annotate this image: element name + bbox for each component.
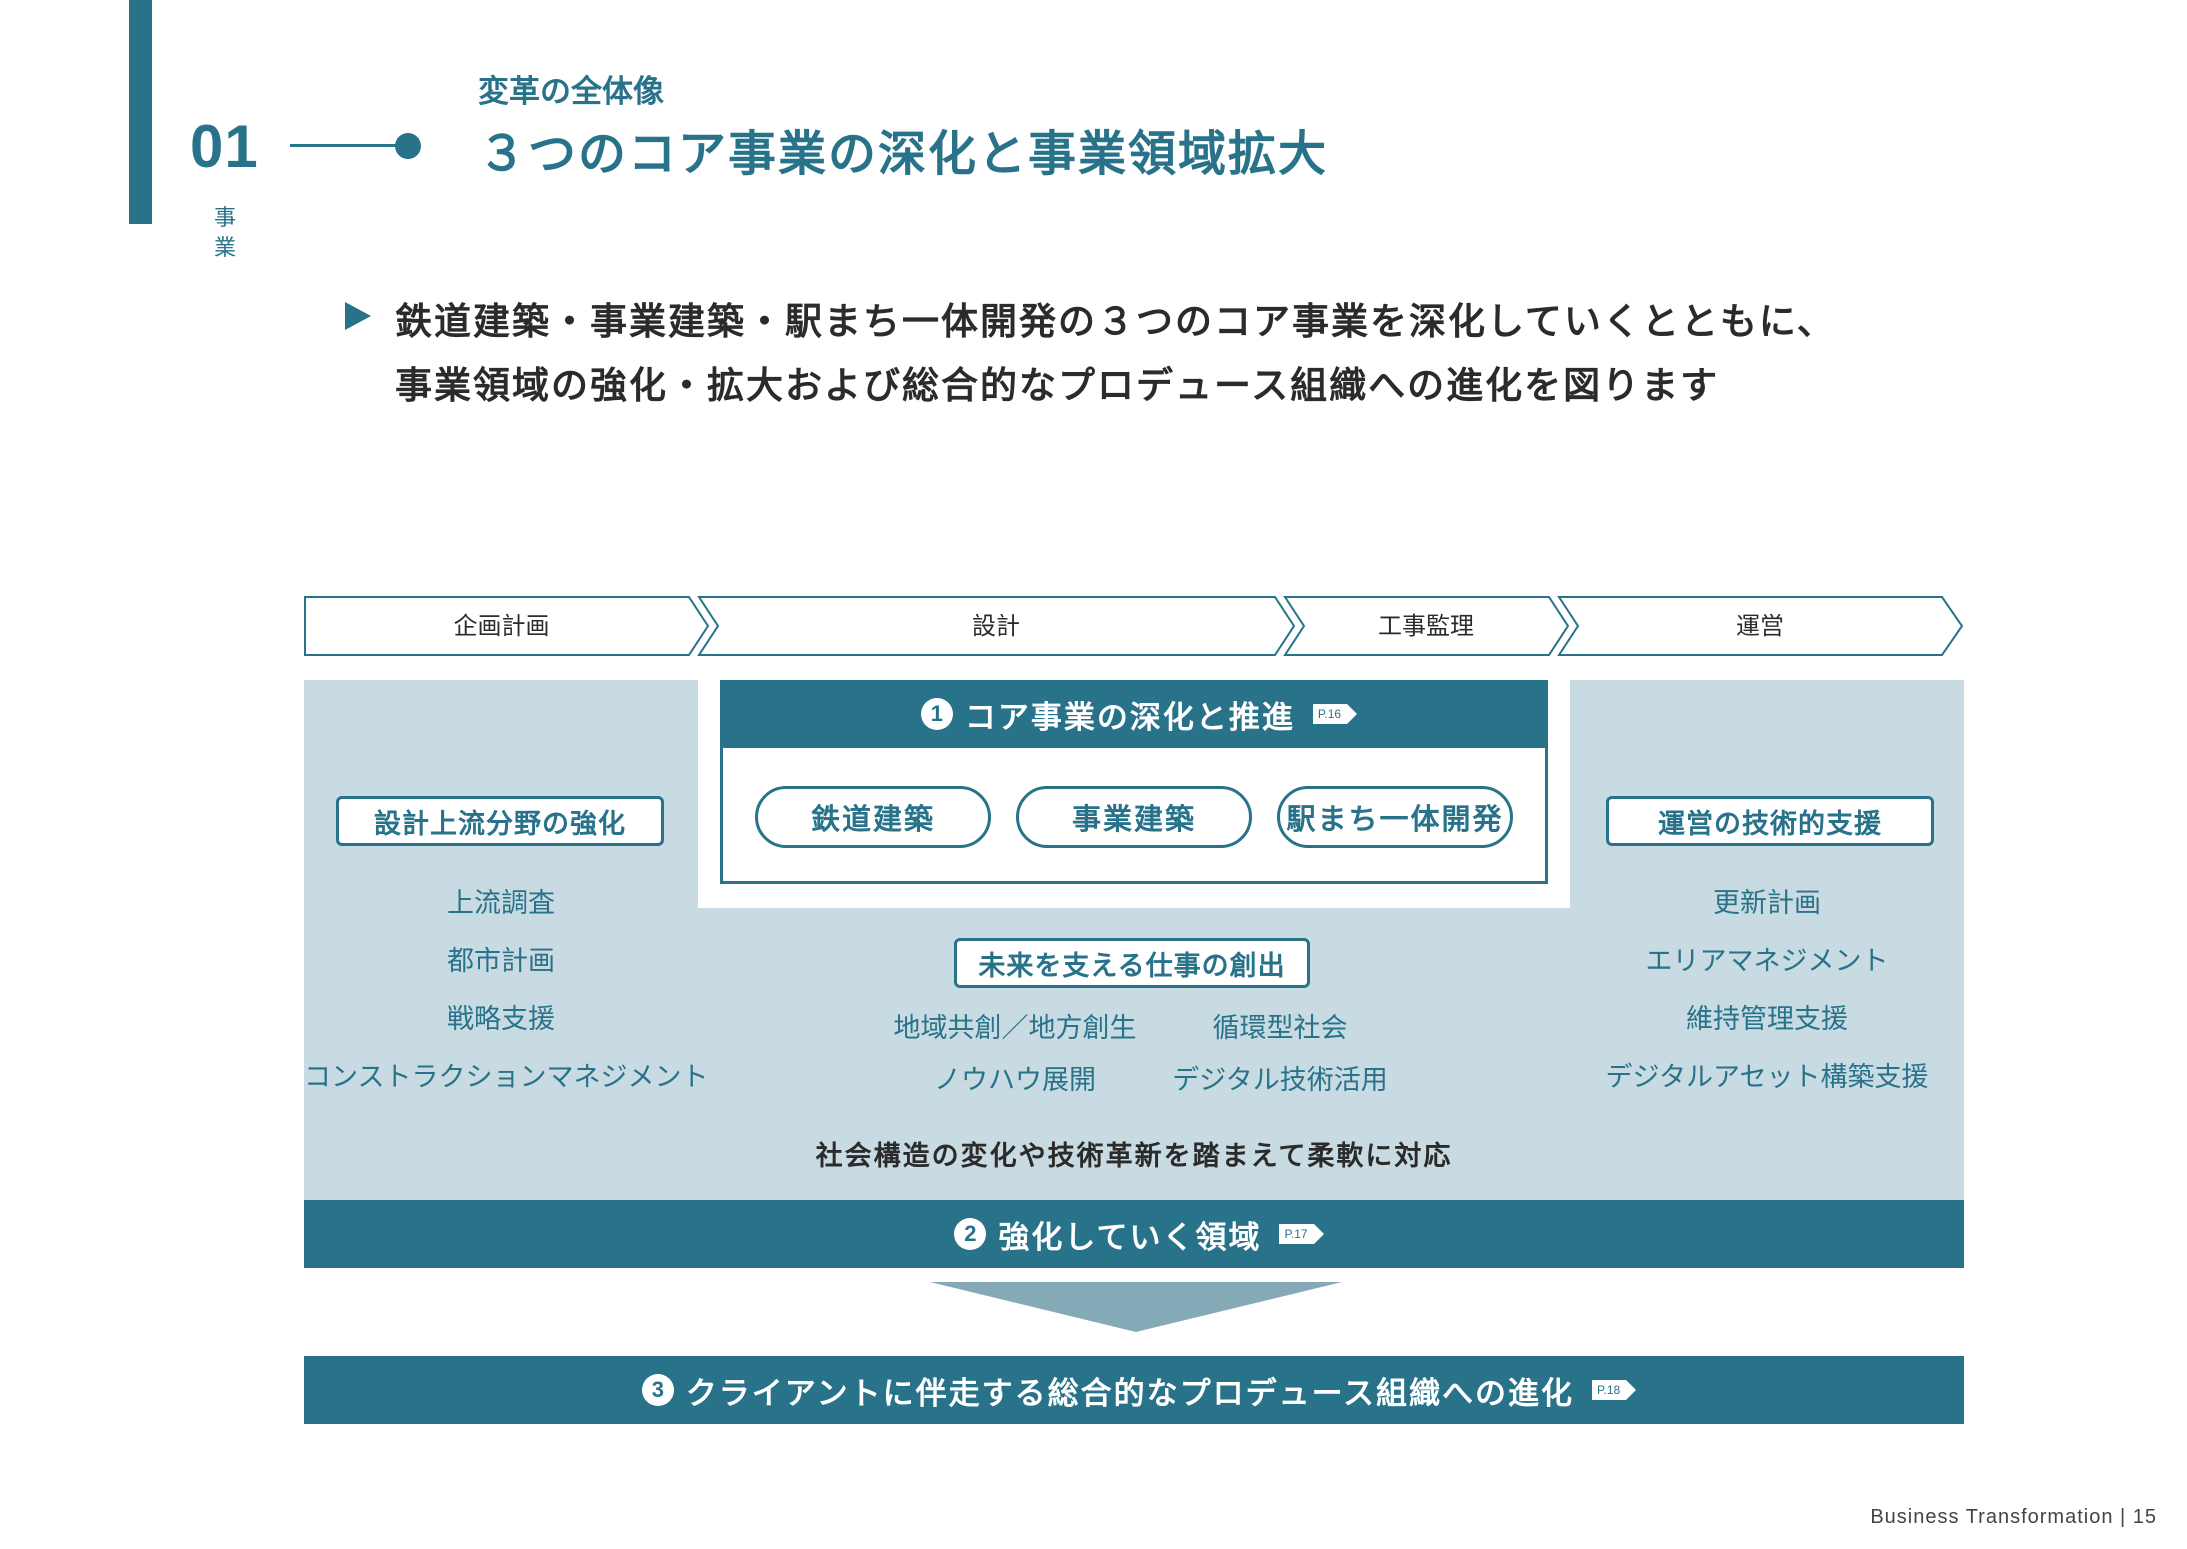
future-item: デジタル技術活用: [1172, 1065, 1388, 1096]
future-item: 循環型社会: [1212, 1013, 1348, 1044]
circled-number-3: 3: [641, 1374, 674, 1406]
produce-org-title: クライアントに伴走する総合的なプロデュース組織への進化: [685, 1375, 1575, 1412]
strengthen-domain-title: 強化していく領域: [998, 1219, 1262, 1256]
list-item: 都市計画: [447, 946, 555, 977]
list-item: エリアマネジメント: [1645, 946, 1889, 977]
circled-number-2: 2: [954, 1218, 987, 1250]
future-item: ノウハウ展開: [934, 1065, 1096, 1096]
core-item-station-town: 駅まち一体開発: [1277, 786, 1513, 848]
produce-org-band: 3 クライアントに伴走する総合的なプロデュース組織への進化 P.18: [304, 1356, 1964, 1424]
play-triangle-icon: [345, 302, 371, 330]
process-stage-operation: 運営: [1736, 612, 1784, 640]
page-ref-tag[interactable]: P.17: [1279, 1224, 1324, 1244]
lead-text: 鉄道建築・事業建築・駅まち一体開発の３つのコア事業を深化していくとともに、 事業…: [395, 290, 1836, 418]
page-kicker: 変革の全体像: [478, 74, 664, 110]
core-business-header: 1 コア事業の深化と推進 P.16: [720, 680, 1548, 748]
core-business-title: コア事業の深化と推進: [964, 699, 1295, 736]
core-item-business: 事業建築: [1016, 786, 1252, 848]
left-domain-list: 上流調査 都市計画 戦略支援 コンストラクションマネジメント: [304, 884, 709, 1116]
process-stage-supervision: 工事監理: [1378, 612, 1474, 640]
section-label: 事業: [213, 206, 236, 261]
section-number: 01: [190, 113, 259, 180]
left-domain-title: 設計上流分野の強化: [336, 796, 664, 846]
right-domain-title: 運営の技術的支援: [1606, 796, 1934, 846]
right-domain-list: 更新計画 エリアマネジメント 維持管理支援 デジタルアセット構築支援: [1570, 884, 1964, 1116]
down-arrow-icon: [930, 1282, 1342, 1332]
process-flow: 企画計画 設計 工事監理 運営: [304, 596, 1964, 656]
connector-line: [290, 144, 400, 147]
list-item: デジタルアセット構築支援: [1605, 1062, 1929, 1093]
lead-line-2: 事業領域の強化・拡大および総合的なプロデュース組織への進化を図ります: [395, 364, 1720, 407]
list-item: 維持管理支援: [1686, 1004, 1848, 1035]
lead-line-1: 鉄道建築・事業建築・駅まち一体開発の３つのコア事業を深化していくとともに、: [395, 300, 1836, 343]
circled-number-1: 1: [920, 698, 953, 730]
core-item-railway: 鉄道建築: [755, 786, 991, 848]
connector-dot: [395, 133, 421, 159]
list-item: コンストラクションマネジメント: [304, 1062, 709, 1093]
process-stage-planning: 企画計画: [453, 612, 550, 640]
page-ref-tag[interactable]: P.16: [1312, 704, 1358, 724]
list-item: 上流調査: [447, 888, 555, 919]
flexible-response-note: 社会構造の変化や技術革新を踏まえて柔軟に対応: [815, 1141, 1453, 1172]
section-accent-bar: [129, 0, 152, 224]
list-item: 更新計画: [1713, 888, 1821, 919]
page-ref-tag[interactable]: P.18: [1592, 1380, 1637, 1400]
process-stage-design: 設計: [972, 612, 1020, 640]
page-title: ３つのコア事業の深化と事業領域拡大: [478, 126, 1329, 182]
list-item: 戦略支援: [447, 1004, 555, 1035]
page-footer: Business Transformation | 15: [1870, 1506, 2157, 1528]
future-item: 地域共創／地方創生: [893, 1013, 1137, 1044]
future-work-title: 未来を支える仕事の創出: [954, 938, 1310, 988]
strengthen-domain-band: 2 強化していく領域 P.17: [304, 1200, 1964, 1268]
